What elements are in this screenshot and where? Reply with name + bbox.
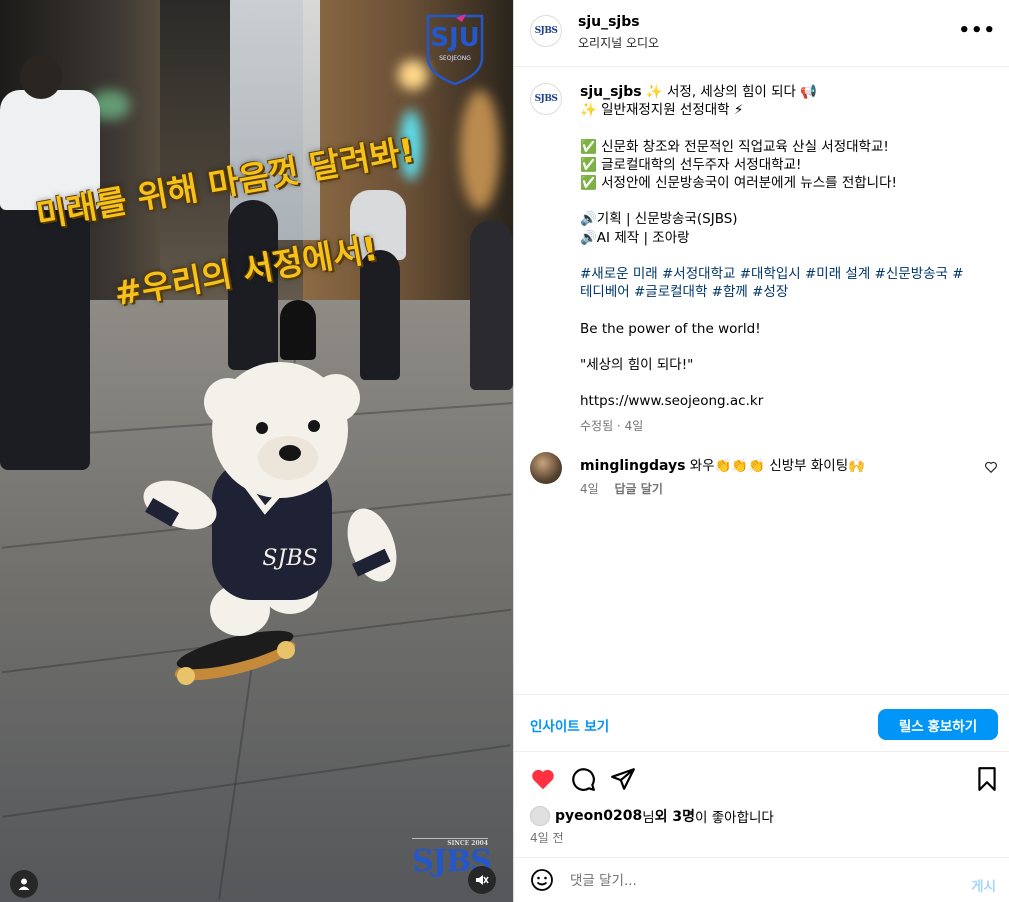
caption-line — [580, 301, 990, 319]
logo-text: SJU — [430, 23, 480, 53]
caption-line — [580, 247, 990, 265]
liker-avatar — [530, 806, 550, 826]
liked-heart-icon[interactable] — [530, 766, 556, 792]
post-comment-button[interactable]: 게시 — [971, 875, 996, 895]
caption-hashtags[interactable]: #새로운 미래 #서정대학교 #대학입시 #미래 설계 #신문방송국 # — [580, 265, 990, 283]
instagram-reel-view: SJU SEOJEONG 미래를 위해 마음껏 달려봐! #우리의 서정에서! … — [0, 0, 1009, 902]
liker-username[interactable]: pyeon0208 — [555, 808, 642, 824]
caption-url[interactable]: https://www.seojeong.ac.kr — [580, 392, 990, 410]
shopping-bag — [280, 300, 316, 360]
caption-author-avatar[interactable]: SJBS — [530, 83, 562, 115]
promote-reel-button[interactable]: 릴스 홍보하기 — [878, 709, 998, 740]
emoji-smiley-icon[interactable] — [530, 868, 554, 892]
comment-input[interactable] — [570, 870, 950, 892]
comment-like-heart-icon[interactable] — [984, 460, 998, 474]
caption-line — [580, 374, 990, 392]
caption-username[interactable]: sju_sjbs — [580, 84, 642, 100]
caption-line — [580, 192, 990, 210]
caption-line: ✅ 서정안에 신문방송국이 여러분에게 뉴스를 전합니다! — [580, 175, 897, 191]
post-actions — [514, 752, 1009, 804]
post-caption: sju_sjbs ✨ 서정, 세상의 힘이 되다 📢 ✨ 일반재정지원 선정대학… — [580, 83, 990, 435]
caption-quote: "세상의 힘이 되다!" — [580, 356, 694, 373]
shop-light — [460, 90, 500, 210]
teddy-bear-skateboard: SJBS — [143, 362, 397, 685]
view-insights-link[interactable]: 인사이트 보기 — [530, 715, 609, 735]
save-bookmark-icon[interactable] — [974, 766, 1000, 792]
logo-subtext: SEOJEONG — [439, 55, 471, 62]
likes-summary[interactable]: pyeon0208 님 외 3명 이 좋아합니다 — [530, 806, 774, 826]
comment-icon[interactable] — [570, 766, 596, 792]
jacket-text: SJBS — [262, 546, 317, 571]
caption-line — [580, 119, 990, 137]
comment-text: 와우👏👏👏 신방부 화이팅🙌 — [689, 458, 865, 474]
caption-line: 🔊AI 제작 | 조아랑 — [580, 229, 690, 246]
insight-bar: 인사이트 보기 릴스 홍보하기 — [514, 694, 1009, 752]
caption-english: Be the power of the world! — [580, 320, 761, 337]
user-icon — [18, 878, 30, 890]
pedestrian — [20, 55, 62, 99]
original-audio-link[interactable]: 오리지널 오디오 — [578, 34, 659, 51]
caption-line — [580, 338, 990, 356]
sju-logo: SJU SEOJEONG — [426, 14, 484, 86]
more-dots-icon: ••• — [958, 20, 996, 41]
caption-line: ✅ 신문화 창조와 전문적인 직업교육 산실 서정대학교! — [580, 138, 889, 155]
pedestrian — [470, 220, 513, 390]
other-likers-link[interactable]: 외 3명 — [655, 806, 695, 826]
caption-edited-time[interactable]: 수정됨 · 4일 — [580, 417, 990, 435]
caption-line: ✅ 글로컬대학의 선두주자 서정대학교! — [580, 156, 802, 173]
commenter-avatar[interactable] — [530, 452, 562, 484]
caption-hashtags[interactable]: 테디베어 #글로컬대학 #함께 #성장 — [580, 283, 990, 301]
share-send-icon[interactable] — [610, 766, 636, 792]
comment-composer: 게시 — [514, 857, 1009, 902]
post-side-panel: SJBS sju_sjbs 오리지널 오디오 ••• SJBS sju_sjbs… — [513, 0, 1009, 902]
reply-button[interactable]: 답글 달기 — [615, 482, 663, 496]
author-username[interactable]: sju_sjbs — [578, 14, 640, 30]
reel-video[interactable]: SJU SEOJEONG 미래를 위해 마음껏 달려봐! #우리의 서정에서! … — [0, 0, 513, 902]
commenter-username[interactable]: minglingdays — [580, 458, 685, 474]
author-avatar[interactable]: SJBS — [530, 15, 562, 47]
tagged-users-button[interactable] — [10, 870, 38, 898]
more-options-button[interactable]: ••• — [958, 22, 996, 40]
caption-line: sju_sjbs ✨ 서정, 세상의 힘이 되다 📢 — [580, 84, 818, 100]
post-time[interactable]: 4일 전 — [530, 829, 564, 846]
mute-toggle-button[interactable] — [468, 866, 496, 894]
comment-time[interactable]: 4일 — [580, 482, 599, 496]
caption-line: ✨ 일반재정지원 선정대학 ⚡ — [580, 102, 744, 119]
caption-line: 🔊기획 | 신문방송국(SJBS) — [580, 211, 738, 228]
muted-speaker-icon — [476, 875, 489, 885]
post-header: SJBS sju_sjbs 오리지널 오디오 ••• — [514, 0, 1009, 67]
